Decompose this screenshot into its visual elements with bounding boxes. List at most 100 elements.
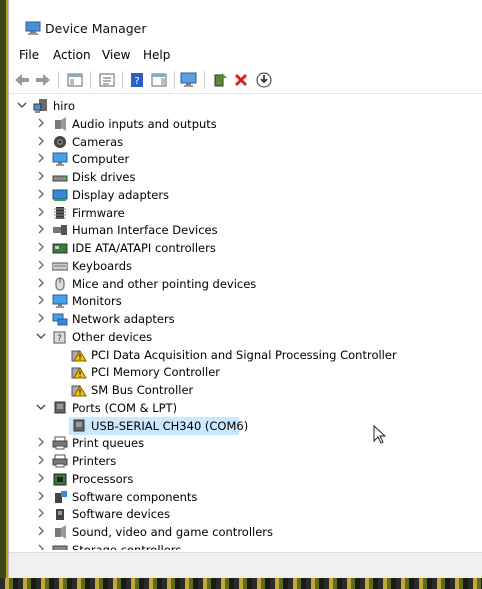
chevron-right-icon[interactable] [36,153,46,163]
chevron-down-icon[interactable] [36,402,46,412]
forward-arrow-icon [36,74,50,86]
status-bar [9,552,482,579]
show-hide-console-tree-button[interactable] [65,70,85,90]
tree-category-item[interactable]: Sound, video and game controllers [9,523,482,541]
tree-category-item[interactable]: Human Interface Devices [9,221,482,239]
desktop-background-strip [0,578,482,589]
tree-item-label: IDE ATA/ATAPI controllers [72,241,216,255]
tree-category-item[interactable]: Software devices [9,505,482,523]
chevron-right-icon[interactable] [36,136,46,146]
disable-device-button[interactable] [254,70,274,90]
device-manager-window: Device Manager File Action View Help ? h… [8,0,482,579]
tree-category-item[interactable]: Computer [9,150,482,168]
chevron-right-icon[interactable] [36,260,46,270]
computer-root-icon [33,99,47,113]
update-driver-icon [214,73,227,87]
tree-category-item[interactable]: Storage controllers [9,541,482,550]
chevron-right-icon[interactable] [36,544,46,550]
menu-action[interactable]: Action [53,48,91,62]
tree-item-label: Keyboards [72,258,133,273]
chevron-right-icon[interactable] [36,455,46,465]
tree-item-label: USB-SERIAL CH340 (COM6) [91,418,249,433]
update-driver-button[interactable] [210,70,230,90]
tree-item-label: Sound, video and game controllers [72,525,274,539]
title-bar[interactable]: Device Manager [9,0,482,38]
red-x-icon [234,73,248,87]
svg-text:?: ? [134,76,139,87]
chevron-right-icon[interactable] [36,437,46,447]
tree-root-hiro[interactable]: hiro [9,97,482,115]
chevron-right-icon[interactable] [36,224,46,234]
port-icon [73,419,85,431]
tree-item-label: Processors [72,471,134,486]
tree-category-item[interactable]: Disk drives [9,168,482,186]
device-tree[interactable]: hiro Audio inputs and outputs Cameras Comp… [9,95,482,550]
tree-child-item[interactable]: SM Bus Controller [9,381,482,399]
tree-item-label: Storage controllers [72,542,182,550]
tree-item-label: Mice and other pointing devices [72,276,257,291]
tree-category-item[interactable]: Audio inputs and outputs [9,115,482,133]
chevron-right-icon[interactable] [36,242,46,252]
tree-category-item[interactable]: Display adapters [9,186,482,204]
tree-item-label: Audio inputs and outputs [72,116,217,131]
tree-item-label: Ports (COM & LPT) [72,400,178,415]
tree-child-item[interactable]: USB-SERIAL CH340 (COM6) [9,416,482,435]
printer-icon [52,436,68,450]
tree-category-item[interactable]: Print queues [9,434,482,452]
mouse-cursor-icon [373,425,387,444]
chevron-right-icon[interactable] [36,313,46,323]
tree-category-item[interactable]: Firmware [9,204,482,222]
uninstall-device-button[interactable] [231,70,251,90]
properties-button[interactable] [97,70,117,90]
chevron-right-icon[interactable] [36,118,46,128]
tree-category-item[interactable]: Network adapters [9,310,482,328]
tree-item-label: Firmware [72,205,125,220]
menu-view[interactable]: View [102,48,130,62]
chevron-right-icon[interactable] [36,189,46,199]
tree-category-item[interactable]: Ports (COM & LPT) [9,399,482,417]
tree-category-item[interactable]: Keyboards [9,257,482,275]
download-circle-icon [256,72,272,88]
back-arrow-icon [15,74,29,86]
tree-item-label: PCI Data Acquisition and Signal Processi… [91,347,397,362]
tree-child-item[interactable]: PCI Data Acquisition and Signal Processi… [9,346,482,364]
menu-help[interactable]: Help [143,48,170,62]
chevron-down-icon[interactable] [17,100,27,110]
tree-category-item[interactable]: Monitors [9,292,482,310]
help-button[interactable]: ? [127,70,147,90]
back-button[interactable] [12,70,32,90]
tree-root-label: hiro [53,99,75,113]
scan-hardware-button[interactable] [179,70,199,90]
chevron-down-icon[interactable] [36,331,46,341]
tree-category-item[interactable]: Cameras [9,133,482,151]
camera-icon [54,135,66,148]
tree-item-label: Printers [72,454,117,468]
chevron-right-icon[interactable] [36,508,46,518]
forward-button[interactable] [33,70,53,90]
monitor-icon [52,294,68,309]
menu-bar: File Action View Help [9,44,482,66]
tree-category-item[interactable]: Mice and other pointing devices [9,275,482,293]
printer-icon [52,454,68,468]
chevron-right-icon[interactable] [36,473,46,483]
chevron-right-icon[interactable] [36,491,46,501]
chevron-right-icon[interactable] [36,526,46,536]
chevron-right-icon[interactable] [36,207,46,217]
ide-controller-icon [52,243,68,254]
tree-category-item[interactable]: ? Other devices [9,328,482,346]
svg-text:?: ? [57,334,62,344]
tree-category-item[interactable]: IDE ATA/ATAPI controllers [9,239,482,257]
chevron-right-icon[interactable] [36,171,46,181]
tree-item-label: Monitors [72,294,122,309]
tree-category-item[interactable]: Processors [9,470,482,488]
tree-child-item[interactable]: PCI Memory Controller [9,363,482,381]
device-manager-app-icon [25,21,41,35]
tree-category-item[interactable]: Printers [9,452,482,470]
tree-category-item[interactable]: Software components [9,488,482,506]
chevron-right-icon[interactable] [36,295,46,305]
action-pane-button[interactable] [149,70,169,90]
port-icon [54,401,66,414]
menu-file[interactable]: File [19,48,39,62]
chevron-right-icon[interactable] [36,278,46,288]
tree-item-label: Other devices [72,329,153,344]
